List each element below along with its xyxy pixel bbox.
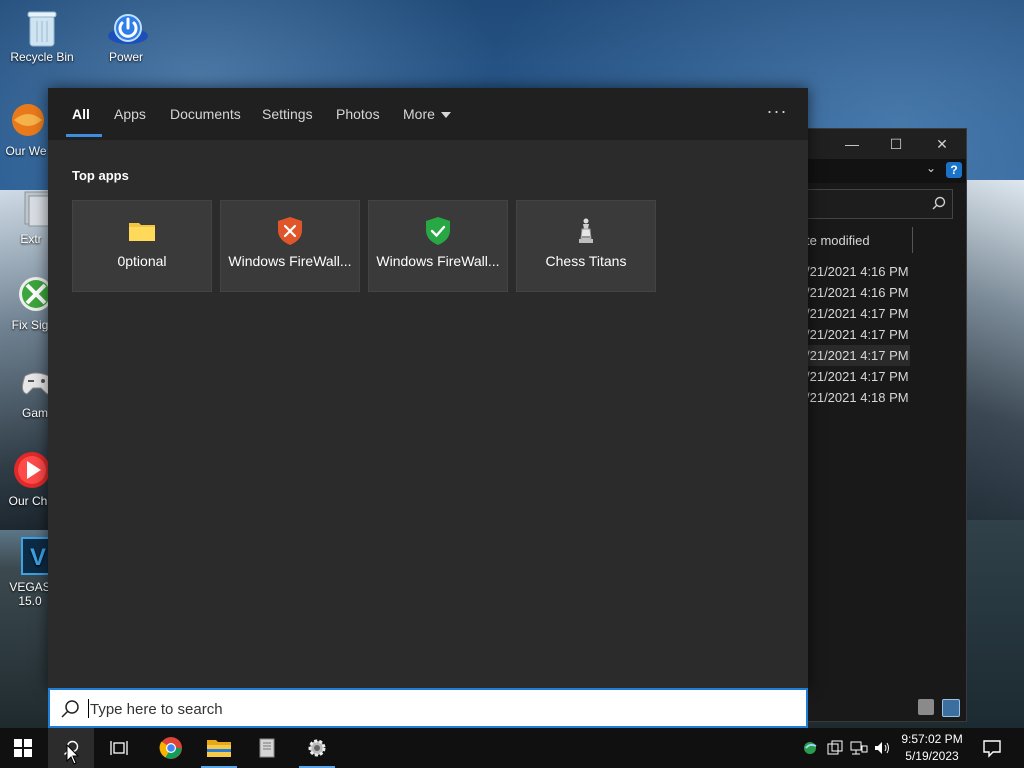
svg-text:V: V: [30, 544, 46, 571]
folder-stack-icon: [11, 188, 52, 228]
windows-logo-icon: [14, 739, 32, 757]
recycle-bin-icon: [22, 6, 62, 47]
wallpaper-lake: [960, 520, 1024, 728]
text-caret: [88, 699, 89, 718]
xbox-icon: [10, 274, 53, 314]
file-row-date[interactable]: /21/2021 4:16 PM: [806, 282, 910, 303]
app-tile-windows-firewall-off[interactable]: Windows FireWall...: [220, 200, 360, 292]
notification-center-icon[interactable]: [980, 736, 1004, 760]
shield-check-icon: [422, 215, 454, 247]
active-tab-indicator: [66, 134, 102, 137]
explorer-ribbon: [806, 159, 966, 183]
clock-date: 5/19/2023: [905, 749, 959, 763]
start-button[interactable]: [0, 728, 46, 768]
task-view-icon: [110, 741, 128, 755]
file-row-date[interactable]: /21/2021 4:17 PM: [806, 324, 910, 345]
system-clock[interactable]: 9:57:02 PM 5/19/2023: [896, 731, 968, 765]
app-tile-label: Chess Titans: [545, 253, 627, 269]
website-icon: [6, 100, 46, 140]
file-row-date[interactable]: /21/2021 4:18 PM: [806, 387, 910, 408]
search-panel: All Apps Documents Settings Photos More …: [48, 88, 808, 688]
large-icons-view-icon[interactable]: [942, 699, 960, 717]
caret-down-icon: [440, 112, 451, 119]
network-status-icon[interactable]: [802, 738, 820, 758]
gear-icon: [308, 739, 326, 757]
taskbar: 9:57:02 PM 5/19/2023: [0, 728, 1024, 768]
explorer-search-box[interactable]: [806, 189, 953, 219]
file-explorer-icon: [207, 740, 231, 757]
mouse-cursor-icon: [66, 744, 80, 765]
tab-settings[interactable]: Settings: [262, 88, 313, 140]
file-explorer-window[interactable]: — ☐ ✕ ⌄ ? te modified /21/2021 4:16 PM /…: [806, 128, 967, 722]
file-row-date[interactable]: /21/2021 4:17 PM: [806, 345, 910, 366]
help-icon[interactable]: ?: [946, 162, 962, 178]
desktop-icon-label: Recycle Bin: [10, 50, 74, 64]
desktop-icon-label: Power: [108, 50, 143, 64]
details-view-icon[interactable]: [918, 699, 934, 715]
document-icon: [259, 738, 275, 758]
file-row-date[interactable]: /21/2021 4:17 PM: [806, 366, 910, 387]
chrome-icon: [159, 737, 182, 759]
windows-copy-icon[interactable]: [826, 738, 844, 758]
chrome-taskbar-button[interactable]: [148, 728, 194, 768]
app-tile-label: Windows FireWall...: [228, 253, 352, 269]
file-explorer-taskbar-button[interactable]: [196, 728, 242, 768]
app-tile-label: 0ptional: [117, 253, 167, 269]
desktop-icon-label-line2: 15.0: [18, 594, 42, 608]
file-row-date[interactable]: /21/2021 4:16 PM: [806, 261, 910, 282]
desktop-icon-power[interactable]: Power: [86, 6, 166, 64]
document-taskbar-button[interactable]: [244, 728, 290, 768]
desktop-icon-vegas[interactable]: V VEGAS 15.0: [6, 536, 54, 608]
desktop-icon-label: VEGAS: [9, 580, 51, 594]
maximize-icon[interactable]: ☐: [884, 135, 908, 153]
power-icon: [106, 6, 148, 46]
column-separator[interactable]: [912, 227, 913, 253]
search-icon: [932, 196, 946, 210]
chess-icon: [570, 215, 602, 247]
app-tile-chess-titans[interactable]: Chess Titans: [516, 200, 656, 292]
search-scope-tabs: All Apps Documents Settings Photos More …: [48, 88, 808, 140]
clock-time: 9:57:02 PM: [901, 732, 963, 746]
wallpaper-mountain-right: [960, 180, 1024, 540]
more-options-icon[interactable]: ···: [764, 102, 790, 124]
search-box[interactable]: [48, 688, 808, 728]
play-icon: [8, 450, 50, 490]
close-icon[interactable]: ✕: [930, 135, 954, 153]
folder-icon: [126, 215, 158, 247]
tab-documents[interactable]: Documents: [170, 88, 241, 140]
shield-x-icon: [274, 215, 306, 247]
app-tile-label: Windows FireWall...: [376, 253, 500, 269]
file-list: /21/2021 4:16 PM /21/2021 4:16 PM /21/20…: [806, 261, 910, 408]
desktop-icon-recycle-bin[interactable]: Recycle Bin: [2, 6, 82, 64]
chevron-down-icon[interactable]: ⌄: [926, 161, 936, 175]
tab-more-label: More: [403, 106, 435, 122]
column-header-date-modified[interactable]: te modified: [806, 233, 870, 248]
tab-more[interactable]: More: [403, 88, 451, 140]
tab-all[interactable]: All: [72, 88, 90, 140]
tab-photos[interactable]: Photos: [336, 88, 380, 140]
settings-app-taskbar-button[interactable]: [294, 728, 340, 768]
app-tile-windows-firewall-on[interactable]: Windows FireWall...: [368, 200, 508, 292]
network-icon[interactable]: [850, 738, 868, 758]
explorer-titlebar[interactable]: — ☐ ✕: [806, 129, 966, 159]
top-apps-heading: Top apps: [72, 168, 129, 183]
task-view-button[interactable]: [96, 728, 142, 768]
app-tile-optional[interactable]: 0ptional: [72, 200, 212, 292]
tab-apps[interactable]: Apps: [114, 88, 146, 140]
search-icon: [61, 700, 79, 718]
minimize-icon[interactable]: —: [840, 135, 864, 153]
file-row-date[interactable]: /21/2021 4:17 PM: [806, 303, 910, 324]
volume-icon[interactable]: [874, 738, 892, 758]
vegas-icon: V: [10, 536, 51, 576]
search-input[interactable]: [88, 696, 792, 722]
